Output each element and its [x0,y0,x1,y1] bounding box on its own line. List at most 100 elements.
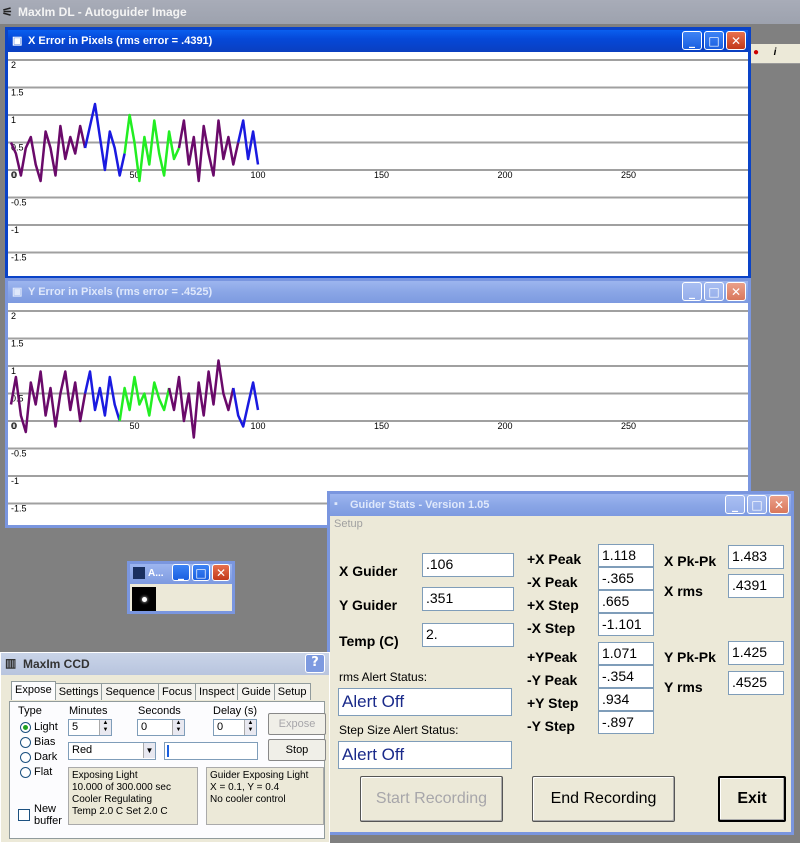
x-tick-label: 250 [621,170,636,180]
guider-stats-title-bar[interactable]: ▪ Guider Stats - Version 1.05 _ □ ✕ [330,494,791,516]
x-tick-label: 150 [374,421,389,431]
radio-flat-label: Flat [34,766,53,778]
rms-alert-status: Alert Off [338,688,512,716]
px-peak-label: +X Peak [527,551,582,567]
x-tick-label: 250 [621,421,636,431]
temp-field[interactable]: 2. [422,623,514,647]
py-step-label: +Y Step [527,695,579,711]
y-tick-label: -0.5 [11,449,27,459]
x-guider-label: X Guider [339,563,398,579]
minutes-stepper[interactable]: 5 ▲ ▼ [68,719,112,736]
ccd-title-bar[interactable]: ▥ MaxIm CCD ? [1,653,329,675]
stepper-arrows-icon[interactable]: ▲ ▼ [244,720,256,735]
end-recording-button[interactable]: End Recording [532,776,675,822]
py-step-field[interactable]: .934 [598,688,654,711]
px-peak-field[interactable]: 1.118 [598,544,654,567]
step-alert-label: Step Size Alert Status: [339,723,459,737]
nx-peak-label: -X Peak [527,574,578,590]
maximize-button[interactable]: □ [747,495,767,514]
x-rms-field[interactable]: .4391 [728,574,784,598]
seconds-label: Seconds [138,705,181,717]
app-title: MaxIm DL - Autoguider Image [18,5,187,19]
y-tick-label: 1 [11,366,16,376]
y-pkpk-field[interactable]: 1.425 [728,641,784,665]
tab-setup[interactable]: Setup [273,683,311,700]
seconds-stepper[interactable]: 0 ▲ ▼ [137,719,185,736]
py-peak-label: +YPeak [527,649,578,665]
tab-focus[interactable]: Focus [158,683,196,700]
nx-step-field[interactable]: -1.101 [598,613,654,636]
stepper-arrows-icon[interactable]: ▲ ▼ [172,720,184,735]
guider-stats-body: Setup X Guider .106 Y Guider .351 Temp (… [330,516,791,832]
image-icon [133,567,145,579]
chart-window-icon: ▣ [12,286,23,298]
help-button[interactable]: ? [305,654,325,673]
info-icon[interactable]: i [768,47,782,61]
step-alert-status: Alert Off [338,741,512,769]
radio-dark[interactable] [20,752,31,763]
y-tick-label: 2 [11,311,16,321]
star-thumbnail[interactable] [132,587,156,611]
x-tick-label: 0 [12,421,17,431]
x-error-plot: 21.510.50-0.5-1-1.550 100 150 200 2500 [8,59,748,263]
stepper-arrows-icon[interactable]: ▲ ▼ [99,720,111,735]
close-button[interactable]: ✕ [769,495,789,514]
stop-button[interactable]: Stop [268,739,326,761]
radio-light[interactable] [20,722,31,733]
minimize-button[interactable]: _ [172,564,190,581]
ny-peak-field[interactable]: -.354 [598,665,654,688]
series-line [83,370,121,422]
maximize-button[interactable]: □ [704,31,724,50]
filter-value: Red [72,744,93,756]
exposure-progress-bar [164,742,258,760]
main-title-bar: ⚟ MaxIm DL - Autoguider Image [0,0,800,24]
ccd-status-box: Exposing Light 10.000 of 300.000 sec Coo… [68,767,198,825]
minimize-button[interactable]: _ [682,31,702,50]
menu-setup[interactable]: Setup [330,516,791,534]
y-error-title-bar[interactable]: ▣ Y Error in Pixels (rms error = .4525) … [8,281,748,303]
type-label: Type [18,705,42,717]
toolbar-strip: ● i [748,44,800,64]
guider-stats-title: Guider Stats - Version 1.05 [350,499,490,511]
series-line [9,124,87,183]
record-icon[interactable]: ● [749,47,763,61]
close-button[interactable]: ✕ [212,564,230,581]
filter-select[interactable]: Red ▼ [68,742,156,760]
delay-stepper[interactable]: 0 ▲ ▼ [213,719,257,736]
tab-inspect[interactable]: Inspect [194,683,239,700]
new-buffer-checkbox[interactable] [18,809,30,821]
close-button[interactable]: ✕ [726,31,746,50]
maximize-button[interactable]: □ [192,564,210,581]
tab-sequence[interactable]: Sequence [101,683,159,700]
tab-settings[interactable]: Settings [54,683,103,700]
y-rms-label: Y rms [664,679,703,695]
start-recording-button[interactable]: Start Recording [360,776,503,822]
nx-peak-field[interactable]: -.365 [598,567,654,590]
tab-guide[interactable]: Guide [237,683,275,700]
radio-flat[interactable] [20,767,31,778]
minutes-label: Minutes [69,705,108,717]
seconds-value: 0 [141,721,148,733]
radio-bias[interactable] [20,737,31,748]
tab-expose[interactable]: Expose [11,681,56,700]
y-rms-field[interactable]: .4525 [728,671,784,695]
ny-step-field[interactable]: -.897 [598,711,654,734]
x-tick-label: 200 [497,421,512,431]
expose-button[interactable]: Expose [268,713,326,735]
chevron-down-icon[interactable]: ▼ [143,743,155,758]
autoguider-mini-window[interactable]: A... _ □ ✕ [127,561,235,614]
radio-bias-label: Bias [34,736,56,748]
y-tick-label: -1.5 [11,253,27,263]
maximize-button[interactable]: □ [704,282,724,301]
x-pkpk-field[interactable]: 1.483 [728,545,784,569]
minimize-button[interactable]: _ [725,495,745,514]
x-error-title-bar[interactable]: ▣ X Error in Pixels (rms error = .4391) … [8,30,748,52]
py-peak-field[interactable]: 1.071 [598,642,654,665]
mini-title-bar[interactable]: A... _ □ ✕ [130,564,232,584]
y-guider-field[interactable]: .351 [422,587,514,611]
x-guider-field[interactable]: .106 [422,553,514,577]
close-button[interactable]: ✕ [726,282,746,301]
minimize-button[interactable]: _ [682,282,702,301]
px-step-field[interactable]: .665 [598,590,654,613]
exit-button[interactable]: Exit [718,776,786,822]
